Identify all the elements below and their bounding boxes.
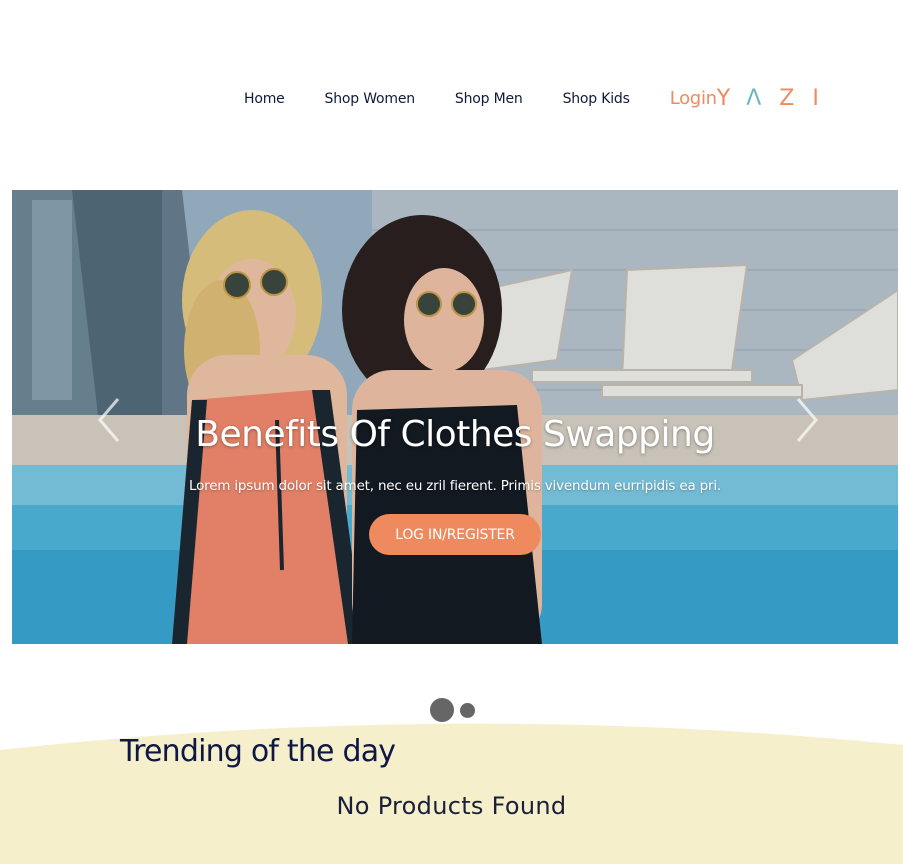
logo-letter-4: I <box>812 86 819 111</box>
logo-letter-3: Z <box>779 86 795 111</box>
carousel-dots <box>430 698 475 722</box>
nav-link-home[interactable]: Home <box>244 91 285 107</box>
hero-subtitle: Lorem ipsum dolor sit amet, nec eu zril … <box>189 478 721 494</box>
main-nav: Home Shop Women Shop Men Shop Kids Login… <box>244 86 819 111</box>
nav-link-shop-women[interactable]: Shop Women <box>325 91 416 107</box>
page: Home Shop Women Shop Men Shop Kids Login… <box>0 0 903 864</box>
trending-background <box>0 723 903 864</box>
hero-title: Benefits Of Clothes Swapping <box>195 414 715 455</box>
hero-carousel: Benefits Of Clothes Swapping Lorem ipsum… <box>12 190 898 644</box>
login-register-button[interactable]: LOG IN/REGISTER <box>369 514 541 555</box>
no-products-message: No Products Found <box>336 792 567 820</box>
carousel-dot-1[interactable] <box>430 698 454 722</box>
logo-letter-1: Y <box>716 86 731 111</box>
carousel-dot-2[interactable] <box>460 702 475 718</box>
nav-link-shop-men[interactable]: Shop Men <box>455 91 523 107</box>
nav-link-login[interactable]: Login <box>670 88 717 109</box>
logo-letter-2: Λ <box>746 86 762 111</box>
site-logo[interactable]: Y Λ Z I <box>717 86 819 111</box>
trending-title: Trending of the day <box>120 734 396 769</box>
nav-link-shop-kids[interactable]: Shop Kids <box>563 91 630 107</box>
hero-content: Benefits Of Clothes Swapping Lorem ipsum… <box>12 190 898 644</box>
